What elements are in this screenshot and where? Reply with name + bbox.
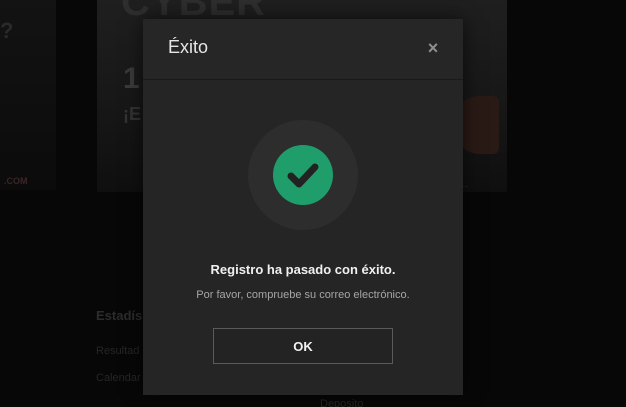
background-left-banner: ? .COM (0, 0, 56, 190)
success-icon-halo (248, 120, 358, 230)
background-link-results: Resultad (96, 345, 140, 357)
check-circle-icon (273, 145, 333, 205)
background-banner-number: 1 (123, 62, 140, 95)
background-banner-sub: ¡E (123, 104, 141, 124)
background-link-deposit: Deposito (320, 398, 364, 407)
modal-body: Registro ha pasado con éxito. Por favor,… (143, 80, 463, 395)
success-message-title: Registro ha pasado con éxito. (210, 262, 396, 277)
background-link-calendar: Calendar (96, 372, 141, 384)
success-message-body: Por favor, compruebe su correo electróni… (196, 289, 410, 301)
checkmark-icon (287, 163, 319, 188)
background-left-caption: .COM (4, 176, 28, 186)
close-button[interactable]: × (423, 36, 443, 60)
success-modal: Éxito × Registro ha pasado con éxito. Po… (143, 19, 463, 395)
background-right-caption: ... (462, 180, 469, 189)
modal-header: Éxito × (143, 19, 463, 80)
background-section-title: Estadís (96, 308, 143, 323)
page: ? .COM CYBER 1 ¡E ... Estadís Resultad C… (0, 0, 626, 407)
modal-title: Éxito (168, 37, 209, 57)
ok-button[interactable]: OK (213, 328, 393, 364)
background-left-letter: ? (0, 18, 14, 43)
